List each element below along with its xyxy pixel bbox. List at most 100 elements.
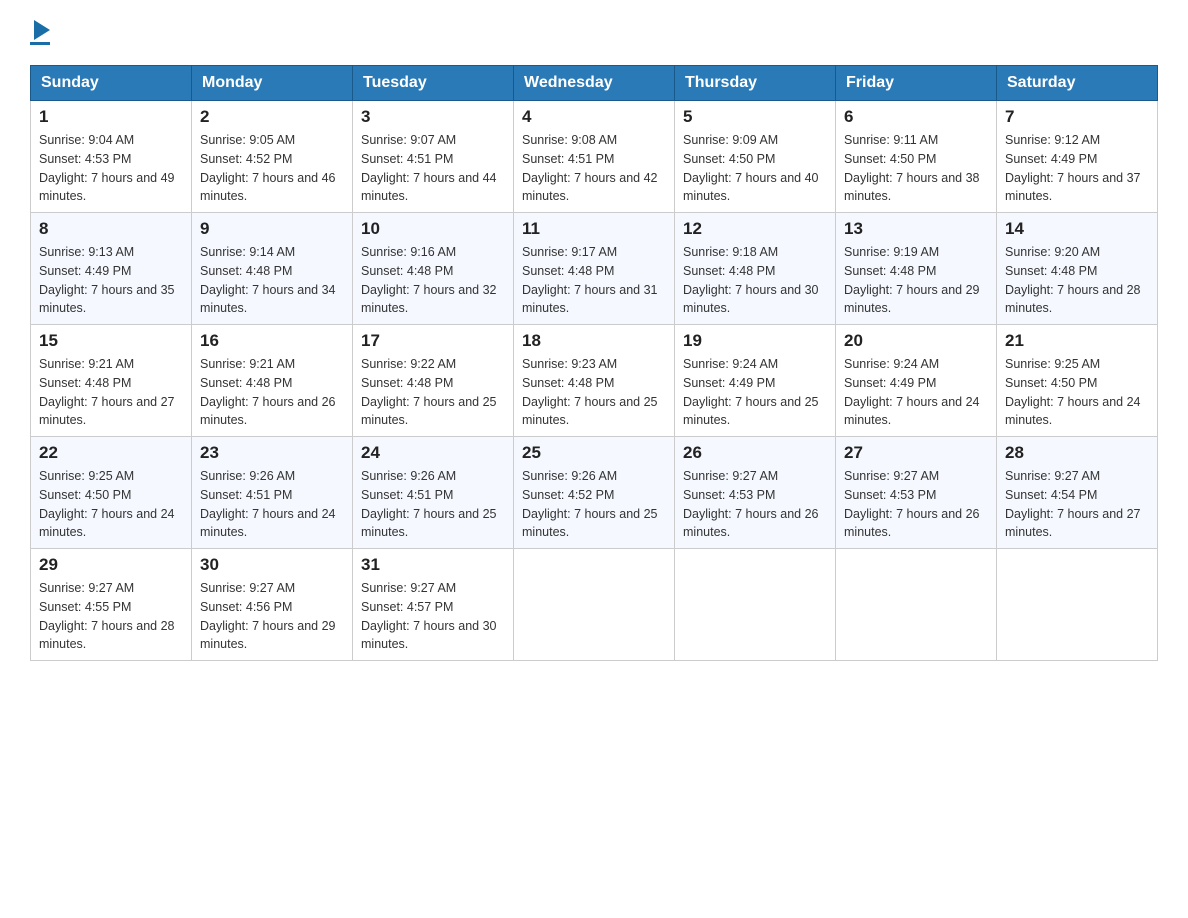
day-info: Sunrise: 9:22 AMSunset: 4:48 PMDaylight:… [361, 357, 497, 427]
day-info: Sunrise: 9:18 AMSunset: 4:48 PMDaylight:… [683, 245, 819, 315]
day-number: 18 [522, 331, 666, 351]
day-info: Sunrise: 9:05 AMSunset: 4:52 PMDaylight:… [200, 133, 336, 203]
calendar-day-cell: 4 Sunrise: 9:08 AMSunset: 4:51 PMDaylight… [514, 101, 675, 213]
calendar-week-row: 22 Sunrise: 9:25 AMSunset: 4:50 PMDayligh… [31, 437, 1158, 549]
calendar-empty-cell [836, 549, 997, 661]
day-info: Sunrise: 9:04 AMSunset: 4:53 PMDaylight:… [39, 133, 175, 203]
day-number: 17 [361, 331, 505, 351]
day-info: Sunrise: 9:11 AMSunset: 4:50 PMDaylight:… [844, 133, 980, 203]
calendar-header-sunday: Sunday [31, 66, 192, 101]
calendar-day-cell: 22 Sunrise: 9:25 AMSunset: 4:50 PMDayligh… [31, 437, 192, 549]
calendar-header-friday: Friday [836, 66, 997, 101]
day-info: Sunrise: 9:17 AMSunset: 4:48 PMDaylight:… [522, 245, 658, 315]
day-number: 2 [200, 107, 344, 127]
calendar-week-row: 8 Sunrise: 9:13 AMSunset: 4:49 PMDaylight… [31, 213, 1158, 325]
day-number: 27 [844, 443, 988, 463]
day-info: Sunrise: 9:26 AMSunset: 4:51 PMDaylight:… [361, 469, 497, 539]
page-header [30, 20, 1158, 45]
calendar-day-cell: 25 Sunrise: 9:26 AMSunset: 4:52 PMDayligh… [514, 437, 675, 549]
day-info: Sunrise: 9:20 AMSunset: 4:48 PMDaylight:… [1005, 245, 1141, 315]
calendar-day-cell: 27 Sunrise: 9:27 AMSunset: 4:53 PMDayligh… [836, 437, 997, 549]
day-info: Sunrise: 9:16 AMSunset: 4:48 PMDaylight:… [361, 245, 497, 315]
day-number: 31 [361, 555, 505, 575]
calendar-header-wednesday: Wednesday [514, 66, 675, 101]
calendar-day-cell: 24 Sunrise: 9:26 AMSunset: 4:51 PMDayligh… [353, 437, 514, 549]
day-info: Sunrise: 9:27 AMSunset: 4:54 PMDaylight:… [1005, 469, 1141, 539]
calendar-empty-cell [514, 549, 675, 661]
day-info: Sunrise: 9:08 AMSunset: 4:51 PMDaylight:… [522, 133, 658, 203]
day-info: Sunrise: 9:25 AMSunset: 4:50 PMDaylight:… [39, 469, 175, 539]
calendar-day-cell: 12 Sunrise: 9:18 AMSunset: 4:48 PMDayligh… [675, 213, 836, 325]
calendar-day-cell: 7Sunrise: 9:12 AMSunset: 4:49 PMDaylight… [997, 101, 1158, 213]
calendar-day-cell: 3 Sunrise: 9:07 AMSunset: 4:51 PMDaylight… [353, 101, 514, 213]
calendar-day-cell: 31 Sunrise: 9:27 AMSunset: 4:57 PMDayligh… [353, 549, 514, 661]
calendar-day-cell: 8 Sunrise: 9:13 AMSunset: 4:49 PMDaylight… [31, 213, 192, 325]
calendar-empty-cell [997, 549, 1158, 661]
day-number: 16 [200, 331, 344, 351]
day-info: Sunrise: 9:19 AMSunset: 4:48 PMDaylight:… [844, 245, 980, 315]
day-number: 11 [522, 219, 666, 239]
day-number: 3 [361, 107, 505, 127]
calendar-day-cell: 14Sunrise: 9:20 AMSunset: 4:48 PMDayligh… [997, 213, 1158, 325]
calendar-day-cell: 29 Sunrise: 9:27 AMSunset: 4:55 PMDayligh… [31, 549, 192, 661]
day-number: 24 [361, 443, 505, 463]
day-number: 20 [844, 331, 988, 351]
day-number: 21 [1005, 331, 1149, 351]
day-number: 6 [844, 107, 988, 127]
calendar-header-monday: Monday [192, 66, 353, 101]
day-number: 29 [39, 555, 183, 575]
calendar-header-thursday: Thursday [675, 66, 836, 101]
calendar-day-cell: 6 Sunrise: 9:11 AMSunset: 4:50 PMDaylight… [836, 101, 997, 213]
calendar-day-cell: 9 Sunrise: 9:14 AMSunset: 4:48 PMDaylight… [192, 213, 353, 325]
calendar-day-cell: 11 Sunrise: 9:17 AMSunset: 4:48 PMDayligh… [514, 213, 675, 325]
day-number: 1 [39, 107, 183, 127]
day-number: 9 [200, 219, 344, 239]
day-number: 30 [200, 555, 344, 575]
day-number: 26 [683, 443, 827, 463]
day-info: Sunrise: 9:25 AMSunset: 4:50 PMDaylight:… [1005, 357, 1141, 427]
day-info: Sunrise: 9:27 AMSunset: 4:56 PMDaylight:… [200, 581, 336, 651]
day-info: Sunrise: 9:14 AMSunset: 4:48 PMDaylight:… [200, 245, 336, 315]
day-info: Sunrise: 9:24 AMSunset: 4:49 PMDaylight:… [844, 357, 980, 427]
calendar-day-cell: 17 Sunrise: 9:22 AMSunset: 4:48 PMDayligh… [353, 325, 514, 437]
calendar-day-cell: 16 Sunrise: 9:21 AMSunset: 4:48 PMDayligh… [192, 325, 353, 437]
calendar-day-cell: 13 Sunrise: 9:19 AMSunset: 4:48 PMDayligh… [836, 213, 997, 325]
day-info: Sunrise: 9:21 AMSunset: 4:48 PMDaylight:… [39, 357, 175, 427]
day-number: 10 [361, 219, 505, 239]
day-info: Sunrise: 9:26 AMSunset: 4:51 PMDaylight:… [200, 469, 336, 539]
day-number: 19 [683, 331, 827, 351]
calendar-header-tuesday: Tuesday [353, 66, 514, 101]
day-info: Sunrise: 9:21 AMSunset: 4:48 PMDaylight:… [200, 357, 336, 427]
day-number: 8 [39, 219, 183, 239]
day-info: Sunrise: 9:27 AMSunset: 4:55 PMDaylight:… [39, 581, 175, 651]
day-number: 5 [683, 107, 827, 127]
logo [30, 20, 50, 45]
day-info: Sunrise: 9:24 AMSunset: 4:49 PMDaylight:… [683, 357, 819, 427]
calendar-day-cell: 10 Sunrise: 9:16 AMSunset: 4:48 PMDayligh… [353, 213, 514, 325]
day-info: Sunrise: 9:12 AMSunset: 4:49 PMDaylight:… [1005, 133, 1141, 203]
calendar-day-cell: 19 Sunrise: 9:24 AMSunset: 4:49 PMDayligh… [675, 325, 836, 437]
day-info: Sunrise: 9:26 AMSunset: 4:52 PMDaylight:… [522, 469, 658, 539]
calendar-day-cell: 20 Sunrise: 9:24 AMSunset: 4:49 PMDayligh… [836, 325, 997, 437]
day-info: Sunrise: 9:13 AMSunset: 4:49 PMDaylight:… [39, 245, 175, 315]
day-number: 25 [522, 443, 666, 463]
day-number: 13 [844, 219, 988, 239]
day-info: Sunrise: 9:07 AMSunset: 4:51 PMDaylight:… [361, 133, 497, 203]
day-info: Sunrise: 9:27 AMSunset: 4:57 PMDaylight:… [361, 581, 497, 651]
day-number: 22 [39, 443, 183, 463]
day-info: Sunrise: 9:23 AMSunset: 4:48 PMDaylight:… [522, 357, 658, 427]
day-info: Sunrise: 9:27 AMSunset: 4:53 PMDaylight:… [844, 469, 980, 539]
calendar-header-saturday: Saturday [997, 66, 1158, 101]
calendar-table: SundayMondayTuesdayWednesdayThursdayFrid… [30, 65, 1158, 661]
calendar-week-row: 15Sunrise: 9:21 AMSunset: 4:48 PMDayligh… [31, 325, 1158, 437]
day-number: 12 [683, 219, 827, 239]
calendar-header-row: SundayMondayTuesdayWednesdayThursdayFrid… [31, 66, 1158, 101]
day-number: 4 [522, 107, 666, 127]
day-info: Sunrise: 9:27 AMSunset: 4:53 PMDaylight:… [683, 469, 819, 539]
logo-arrow-icon [34, 20, 50, 40]
calendar-week-row: 1 Sunrise: 9:04 AMSunset: 4:53 PMDaylight… [31, 101, 1158, 213]
day-info: Sunrise: 9:09 AMSunset: 4:50 PMDaylight:… [683, 133, 819, 203]
calendar-day-cell: 18 Sunrise: 9:23 AMSunset: 4:48 PMDayligh… [514, 325, 675, 437]
calendar-day-cell: 28Sunrise: 9:27 AMSunset: 4:54 PMDayligh… [997, 437, 1158, 549]
calendar-day-cell: 2 Sunrise: 9:05 AMSunset: 4:52 PMDaylight… [192, 101, 353, 213]
